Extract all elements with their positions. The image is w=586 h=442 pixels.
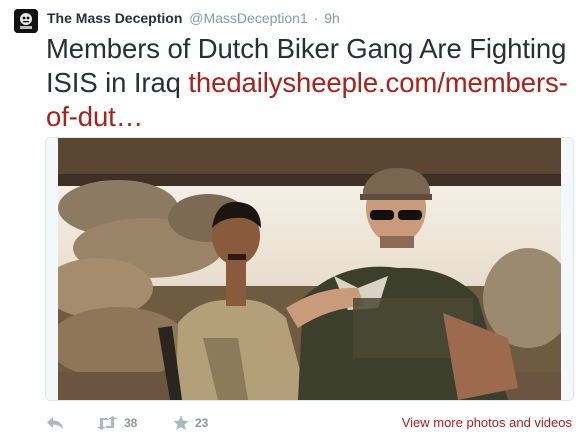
photo-image [58,138,561,400]
tweet-timestamp[interactable]: 9h [324,10,340,26]
separator-dot: · [313,10,319,26]
author-handle[interactable]: @MassDeception1 [189,10,308,26]
star-icon [173,415,189,430]
reply-icon [47,417,63,429]
retweet-button[interactable]: 38 [96,412,137,434]
retweet-icon [97,416,117,430]
author-name[interactable]: The Mass Deception [47,10,182,26]
view-more-photos-link[interactable]: View more photos and videos [402,412,572,434]
tweet-photo[interactable] [45,137,574,401]
retweet-count: 38 [124,416,138,430]
reply-button[interactable] [46,412,64,434]
avatar[interactable] [14,9,38,33]
favorite-button[interactable]: 23 [173,412,208,434]
tweet-header: The Mass Deception @MassDeception1 · 9h [47,9,340,27]
tweet-text: Members of Dutch Biker Gang Are Fighting… [46,32,581,134]
tweet-actions: 38 23 View more photos and videos [46,412,576,434]
favorite-count: 23 [195,416,209,430]
